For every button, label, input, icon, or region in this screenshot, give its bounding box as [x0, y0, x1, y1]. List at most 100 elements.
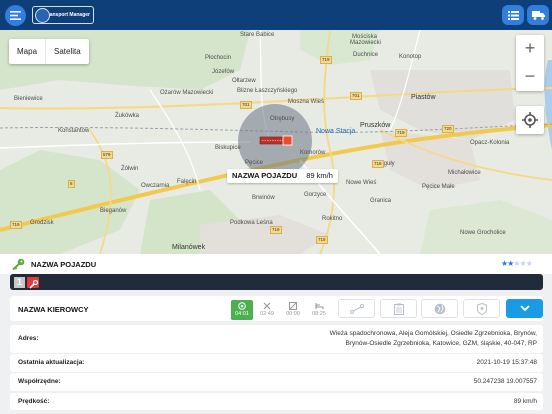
town-label: Otrębusy: [270, 116, 295, 122]
documents-button[interactable]: [380, 299, 417, 318]
vehicle-panel-header: NAZWA POJAZDU: [0, 254, 552, 274]
coordinates-row: Współrzędne: 50.247238 19.007557: [10, 373, 543, 391]
work-tools-icon: [263, 302, 271, 309]
vehicles-button[interactable]: [527, 5, 549, 25]
town-label: Ożarów Mazowiecki: [160, 90, 214, 96]
road-number: 701: [240, 101, 252, 109]
address-label: Adres:: [18, 335, 39, 342]
town-label: Nowe Grocholice: [460, 230, 506, 236]
map-layers-icon: [434, 303, 445, 314]
work-time-stat[interactable]: 02:49: [256, 300, 278, 320]
road-number: 719: [270, 226, 282, 234]
drive-time: 04:01: [235, 311, 249, 317]
town-label: Komorów: [300, 150, 326, 156]
availability-time-stat[interactable]: 00:00: [282, 300, 304, 320]
truck-icon: [531, 10, 545, 20]
town-label: Piastów: [411, 94, 436, 101]
road-number: 719: [395, 129, 407, 137]
town-label: Ołtarzew: [232, 78, 256, 84]
town-label: Płochocin: [205, 55, 232, 61]
vehicle-name: NAZWA POJAZDU: [31, 260, 97, 269]
zoom-out-button[interactable]: −: [516, 63, 544, 91]
zoom-in-button[interactable]: +: [516, 35, 544, 63]
town-label: Pruszków: [360, 122, 391, 129]
vehicle-number-badge: 1: [14, 277, 25, 288]
road-number: 718: [372, 160, 384, 168]
chevron-down-icon: [519, 305, 530, 312]
vehicle-rating: ★★★★★: [501, 259, 533, 268]
crosshair-icon: [522, 112, 538, 128]
speed-label: Prędkość:: [18, 398, 50, 405]
vehicle-map-speed: 89 km/h: [306, 171, 333, 180]
rest-time-stat[interactable]: 08:25: [308, 300, 330, 320]
town-label: Brwinów: [252, 195, 275, 201]
town-label: Granica: [370, 198, 392, 204]
rest-bed-icon: [314, 302, 324, 309]
town-label: Stare Babice: [240, 32, 275, 38]
logo-text: Transport Manager: [44, 12, 90, 18]
wrench-icon: [29, 279, 39, 289]
road-number: 701: [350, 92, 362, 100]
town-label: Moszna Wieś: [288, 99, 325, 105]
driver-name: NAZWA KIEROWCY: [18, 305, 89, 314]
address-row: Adres: Wieża spadochronowa, Aleja Gomóls…: [10, 325, 543, 353]
last-update-value: 2021-10-19 15:37:48: [476, 359, 537, 366]
town-label: Podkowa Leśna: [230, 220, 273, 226]
key-icon: [12, 258, 25, 270]
map-type-toggle: Mapa Satelita: [9, 39, 89, 64]
station-label: Nowa Stacja: [316, 128, 356, 135]
security-button[interactable]: [463, 299, 500, 318]
town-label: Grodzisk: [30, 220, 54, 226]
hamburger-icon: [10, 11, 21, 20]
availability-icon: [289, 301, 297, 310]
address-line-2: Brynów-Osiedle Zgrzebnioka, Katowice, GZ…: [345, 340, 537, 347]
vehicle-status-bar: [10, 274, 543, 290]
route-icon: [349, 303, 364, 314]
globe-icon: [35, 8, 50, 23]
town-label: Gorzyce: [304, 192, 327, 198]
map-layers-button[interactable]: [421, 299, 458, 318]
map-type-satellite[interactable]: Satelita: [45, 39, 89, 64]
town-label: Duchnice: [353, 52, 379, 58]
speed-value: 89 km/h: [513, 398, 537, 405]
town-label: Żółwin: [121, 166, 139, 172]
vehicle-map-name: NAZWA POJAZDU: [232, 171, 298, 180]
town-label: Konotop: [399, 54, 422, 60]
drive-icon: [238, 301, 246, 310]
shield-icon: [476, 302, 487, 315]
list-button[interactable]: [502, 5, 524, 25]
app-logo: Transport Manager: [32, 6, 94, 24]
expand-button[interactable]: [506, 299, 543, 318]
zoom-controls: + −: [516, 35, 544, 91]
town-label: Falęcin: [177, 179, 197, 185]
menu-button[interactable]: [5, 5, 26, 26]
service-badge: [27, 277, 39, 289]
route-button[interactable]: [338, 299, 375, 318]
town-label: Józefów: [212, 69, 235, 75]
road-number: 719: [320, 56, 332, 64]
clipboard-icon: [393, 303, 404, 315]
rest-time: 08:25: [312, 311, 326, 317]
town-label: Opacz-Kolonia: [470, 140, 510, 146]
star-icon: ★: [525, 259, 533, 268]
town-label: Rokitno: [322, 216, 343, 222]
town-label: Konstantów: [58, 128, 90, 134]
town-label: Bieganów: [100, 208, 127, 214]
town-label: Milanówek: [172, 244, 206, 251]
coordinates-label: Współrzędne:: [18, 378, 61, 385]
vehicle-map-label[interactable]: NAZWA POJAZDU 89 km/h: [227, 169, 338, 183]
road-number: 719: [10, 221, 22, 229]
last-update-row: Ostatnia aktualizacja: 2021-10-19 15:37:…: [10, 354, 543, 372]
town-label: Blizne Łaszczyńskiego: [237, 88, 298, 94]
locate-button[interactable]: [516, 106, 544, 134]
last-update-label: Ostatnia aktualizacja:: [18, 359, 85, 366]
speed-row: Prędkość: 89 km/h: [10, 393, 543, 410]
town-label: Bieniewice: [14, 96, 43, 102]
vehicle-marker[interactable]: [282, 135, 293, 146]
road-number: 720: [442, 125, 454, 133]
road-number: 8: [68, 180, 75, 188]
town-label: Pęcice Małe: [422, 184, 455, 190]
road-number: 579: [101, 151, 113, 159]
drive-time-stat[interactable]: 04:01: [231, 300, 253, 320]
map-type-map[interactable]: Mapa: [9, 39, 45, 64]
